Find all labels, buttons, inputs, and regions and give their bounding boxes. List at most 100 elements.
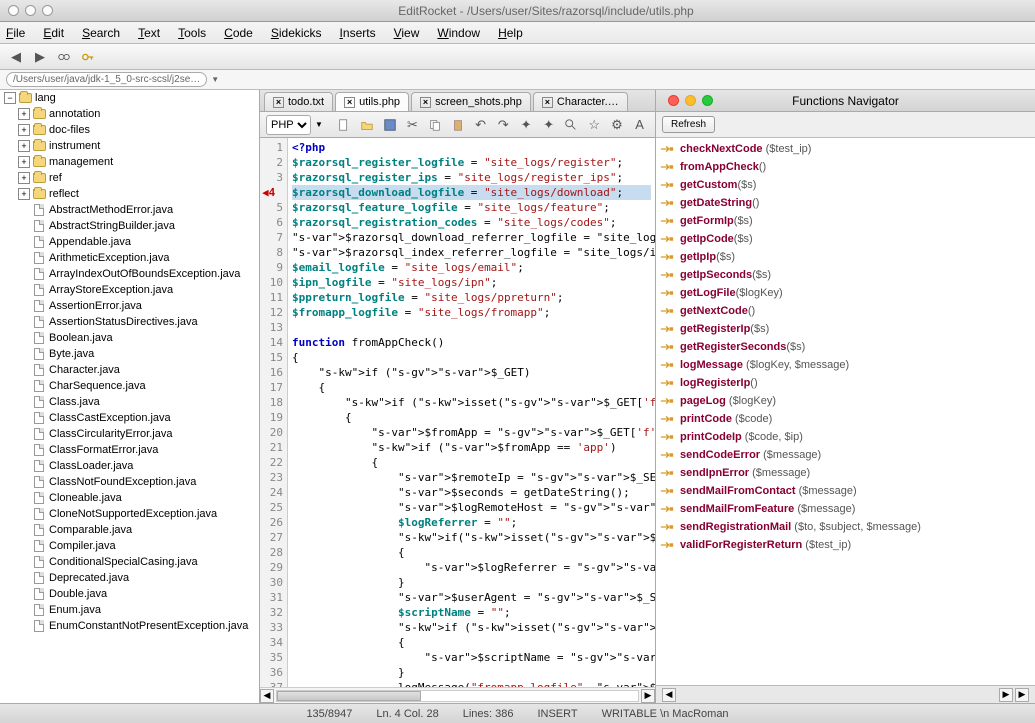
tree-file[interactable]: ClassCastException.java bbox=[0, 410, 259, 426]
refresh-button[interactable]: Refresh bbox=[662, 116, 715, 133]
tree-file[interactable]: CloneNotSupportedException.java bbox=[0, 506, 259, 522]
code-line[interactable]: "s-var">$remoteIp = "s-gv">"s-var">$_SER… bbox=[292, 470, 651, 485]
tree-file[interactable]: Class.java bbox=[0, 394, 259, 410]
tree-folder[interactable]: −lang bbox=[0, 90, 259, 106]
expand-icon[interactable]: + bbox=[18, 156, 30, 168]
window-controls[interactable] bbox=[8, 5, 53, 16]
code-line[interactable]: { bbox=[292, 380, 651, 395]
code-line[interactable]: { bbox=[292, 410, 651, 425]
tab-close-icon[interactable]: × bbox=[542, 97, 553, 108]
font-icon[interactable]: A bbox=[630, 115, 649, 135]
code-line[interactable] bbox=[292, 320, 651, 335]
paste-icon[interactable] bbox=[449, 115, 468, 135]
tab-Character-[interactable]: ×Character.… bbox=[533, 92, 628, 111]
tab-screen_shots-php[interactable]: ×screen_shots.php bbox=[411, 92, 531, 111]
code-line[interactable]: $ipn_logfile = "site_logs/ipn"; bbox=[292, 275, 651, 290]
code-line[interactable]: $ppreturn_logfile = "site_logs/ppreturn"… bbox=[292, 290, 651, 305]
tree-file[interactable]: Appendable.java bbox=[0, 234, 259, 250]
code-line[interactable]: "s-kw">if ("s-kw">isset("s-gv">"s-var">$… bbox=[292, 620, 651, 635]
code-editor[interactable]: 123◀456789101112131415161718192021222324… bbox=[260, 138, 655, 687]
code-line[interactable]: $fromapp_logfile = "site_logs/fromapp"; bbox=[292, 305, 651, 320]
code-line[interactable]: } bbox=[292, 665, 651, 680]
editor-horizontal-scrollbar[interactable]: ◀ ▶ bbox=[260, 687, 655, 703]
function-item[interactable]: logMessage ($logKey, $message) bbox=[660, 356, 1031, 374]
expand-icon[interactable]: + bbox=[18, 172, 30, 184]
function-item[interactable]: sendIpnError ($message) bbox=[660, 464, 1031, 482]
tree-file[interactable]: AssertionStatusDirectives.java bbox=[0, 314, 259, 330]
file-tree-sidebar[interactable]: −lang+annotation+doc-files+instrument+ma… bbox=[0, 90, 260, 703]
menu-window[interactable]: Window bbox=[437, 26, 480, 40]
open-folder-icon[interactable] bbox=[358, 115, 377, 135]
tab-utils-php[interactable]: ×utils.php bbox=[335, 92, 409, 111]
tree-file[interactable]: Character.java bbox=[0, 362, 259, 378]
function-item[interactable]: sendCodeError ($message) bbox=[660, 446, 1031, 464]
tab-close-icon[interactable]: × bbox=[273, 97, 284, 108]
code-line[interactable]: { bbox=[292, 545, 651, 560]
function-item[interactable]: pageLog ($logKey) bbox=[660, 392, 1031, 410]
code-line[interactable]: $logReferrer = ""; bbox=[292, 515, 651, 530]
key-icon[interactable] bbox=[78, 47, 98, 67]
panel-window-controls[interactable] bbox=[668, 95, 713, 106]
function-item[interactable]: getFormIp($s) bbox=[660, 212, 1031, 230]
code-line[interactable]: $email_logfile = "site_logs/email"; bbox=[292, 260, 651, 275]
function-item[interactable]: getIpSeconds($s) bbox=[660, 266, 1031, 284]
new-file-icon[interactable] bbox=[335, 115, 354, 135]
language-selector[interactable]: PHP bbox=[266, 115, 311, 135]
star-icon[interactable]: ☆ bbox=[585, 115, 604, 135]
tree-file[interactable]: Double.java bbox=[0, 586, 259, 602]
function-item[interactable]: sendRegistrationMail ($to, $subject, $me… bbox=[660, 518, 1031, 536]
scroll-thumb[interactable] bbox=[277, 691, 421, 701]
tree-file[interactable]: EnumConstantNotPresentException.java bbox=[0, 618, 259, 634]
tree-file[interactable]: CharSequence.java bbox=[0, 378, 259, 394]
redo-icon[interactable]: ↷ bbox=[494, 115, 513, 135]
code-line[interactable]: "s-kw">if("s-kw">isset("s-gv">"s-var">$_… bbox=[292, 530, 651, 545]
code-line[interactable]: $razorsql_feature_logfile = "site_logs/f… bbox=[292, 200, 651, 215]
tree-file[interactable]: ClassNotFoundException.java bbox=[0, 474, 259, 490]
function-item[interactable]: printCode ($code) bbox=[660, 410, 1031, 428]
function-item[interactable]: validForRegisterReturn ($test_ip) bbox=[660, 536, 1031, 554]
function-item[interactable]: getRegisterIp($s) bbox=[660, 320, 1031, 338]
function-item[interactable]: getNextCode() bbox=[660, 302, 1031, 320]
function-item[interactable]: sendMailFromContact ($message) bbox=[660, 482, 1031, 500]
expand-icon[interactable]: − bbox=[4, 92, 16, 104]
tree-folder[interactable]: +management bbox=[0, 154, 259, 170]
gear-icon[interactable]: ⚙ bbox=[608, 115, 627, 135]
expand-icon[interactable]: + bbox=[18, 108, 30, 120]
function-item[interactable]: fromAppCheck() bbox=[660, 158, 1031, 176]
code-line[interactable]: $razorsql_register_logfile = "site_logs/… bbox=[292, 155, 651, 170]
function-item[interactable]: getRegisterSeconds($s) bbox=[660, 338, 1031, 356]
code-line[interactable]: "s-var">$scriptName = "s-gv">"s-var">$_S… bbox=[292, 650, 651, 665]
code-line[interactable]: "s-var">$razorsql_index_referrer_logfile… bbox=[292, 245, 651, 260]
tree-file[interactable]: ConditionalSpecialCasing.java bbox=[0, 554, 259, 570]
code-line[interactable]: "s-var">$logReferrer = "s-gv">"s-var">$_… bbox=[292, 560, 651, 575]
scroll-right-icon[interactable]: ▶ bbox=[1015, 688, 1029, 702]
scroll-left-icon[interactable]: ◀ bbox=[260, 689, 274, 703]
tree-file[interactable]: Byte.java bbox=[0, 346, 259, 362]
menu-file[interactable]: File bbox=[6, 26, 25, 40]
forward-icon[interactable]: ▶ bbox=[30, 47, 50, 67]
panel-scrollbar[interactable]: ◀ ▶ ▶ bbox=[656, 685, 1035, 703]
tree-folder[interactable]: +annotation bbox=[0, 106, 259, 122]
scroll-right-icon[interactable]: ▶ bbox=[641, 689, 655, 703]
code-line[interactable]: $razorsql_register_ips = "site_logs/regi… bbox=[292, 170, 651, 185]
code-line[interactable]: $razorsql_registration_codes = "site_log… bbox=[292, 215, 651, 230]
code-line[interactable]: "s-var">$userAgent = "s-gv">"s-var">$_SE… bbox=[292, 590, 651, 605]
code-text[interactable]: <?php$razorsql_register_logfile = "site_… bbox=[288, 138, 655, 687]
code-line[interactable]: { bbox=[292, 455, 651, 470]
tree-file[interactable]: ClassCircularityError.java bbox=[0, 426, 259, 442]
code-line[interactable]: logMessage("fromapp_logfile", "s-var">$s… bbox=[292, 680, 651, 687]
code-line[interactable]: "s-var">$logRemoteHost = "s-gv">"s-var">… bbox=[292, 500, 651, 515]
menu-sidekicks[interactable]: Sidekicks bbox=[271, 26, 322, 40]
code-line[interactable]: { bbox=[292, 350, 651, 365]
tree-folder[interactable]: +doc-files bbox=[0, 122, 259, 138]
minimize-icon[interactable] bbox=[25, 5, 36, 16]
tree-file[interactable]: Deprecated.java bbox=[0, 570, 259, 586]
expand-icon[interactable]: + bbox=[18, 124, 30, 136]
function-item[interactable]: printCodeIp ($code, $ip) bbox=[660, 428, 1031, 446]
tree-file[interactable]: Comparable.java bbox=[0, 522, 259, 538]
expand-icon[interactable]: + bbox=[18, 188, 30, 200]
tree-file[interactable]: AssertionError.java bbox=[0, 298, 259, 314]
expand-icon[interactable]: + bbox=[18, 140, 30, 152]
scroll-right-icon[interactable]: ▶ bbox=[999, 688, 1013, 702]
code-line[interactable]: "s-var">$fromApp = "s-gv">"s-var">$_GET[… bbox=[292, 425, 651, 440]
